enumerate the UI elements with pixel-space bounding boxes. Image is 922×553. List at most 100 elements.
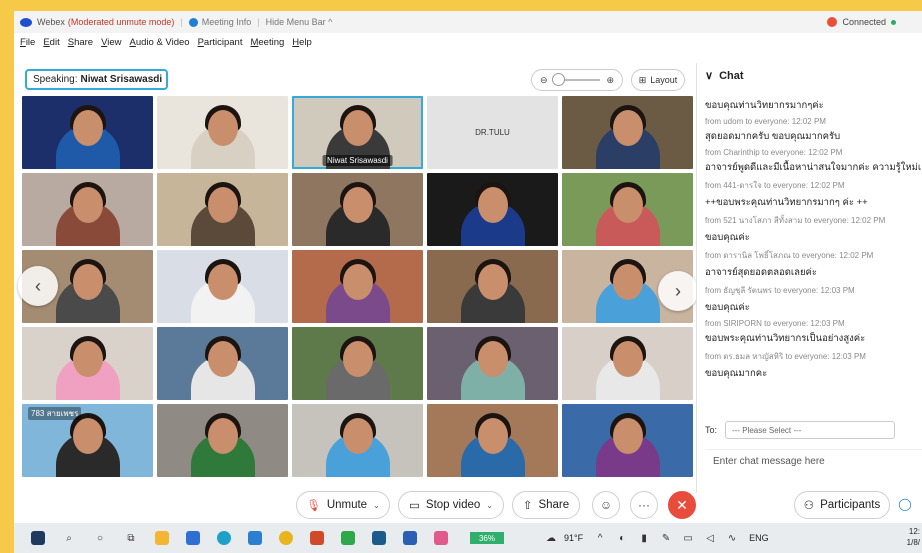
menu-view[interactable]: View bbox=[101, 37, 121, 53]
participant-face bbox=[207, 110, 238, 146]
video-tile[interactable]: DR.TULU bbox=[427, 96, 558, 169]
next-page-button[interactable]: › bbox=[658, 271, 698, 311]
video-camera-icon: ▭ bbox=[409, 500, 420, 512]
video-tile[interactable] bbox=[157, 250, 288, 323]
connection-label: Connected bbox=[842, 17, 886, 27]
display-icon[interactable]: ▭ bbox=[681, 531, 695, 545]
chrome-icon[interactable] bbox=[279, 531, 293, 545]
clock[interactable]: 12: 1/8/ bbox=[907, 526, 920, 548]
video-tile[interactable] bbox=[562, 173, 693, 246]
chat-input[interactable]: Enter chat message here bbox=[705, 449, 922, 489]
video-tile[interactable] bbox=[562, 404, 693, 477]
participant-face bbox=[612, 418, 643, 454]
video-tile[interactable]: Niwat Srisawasdi bbox=[292, 96, 423, 169]
zoom-out-icon[interactable]: ⊖ bbox=[540, 75, 548, 86]
video-tile[interactable] bbox=[427, 404, 558, 477]
office-icon[interactable] bbox=[310, 531, 324, 545]
word-icon[interactable] bbox=[403, 531, 417, 545]
network-icon[interactable]: ∿ bbox=[725, 531, 739, 545]
stop-video-button[interactable]: ▭ Stop video ⌄ bbox=[398, 491, 504, 519]
video-grid: Niwat Srisawasdi DR.TULU 783 สายเพชร bbox=[22, 96, 693, 477]
participant-face bbox=[342, 418, 373, 454]
zoom-slider[interactable]: ⊖ ⊕ bbox=[531, 69, 623, 91]
chevron-up-icon[interactable]: ^ bbox=[593, 531, 607, 545]
menu-audio-video[interactable]: Audio & Video bbox=[130, 37, 190, 53]
menu-edit[interactable]: Edit bbox=[43, 37, 59, 53]
connection-icon bbox=[827, 17, 838, 27]
video-tile[interactable] bbox=[22, 96, 153, 169]
video-tile[interactable] bbox=[562, 96, 693, 169]
menu-meeting[interactable]: Meeting bbox=[250, 37, 284, 53]
video-tile[interactable] bbox=[157, 173, 288, 246]
menu-share[interactable]: Share bbox=[68, 37, 93, 53]
video-tile[interactable]: 783 สายเพชร bbox=[22, 404, 153, 477]
video-tile[interactable] bbox=[292, 173, 423, 246]
video-tile[interactable] bbox=[22, 173, 153, 246]
participants-button[interactable]: ⚇ Participants bbox=[794, 491, 890, 519]
search-icon[interactable]: ⌕ bbox=[62, 531, 76, 545]
participant-face bbox=[72, 110, 103, 146]
cortana-icon[interactable]: ○ bbox=[93, 531, 107, 545]
chat-header[interactable]: ∨ Chat bbox=[705, 69, 744, 83]
zoom-in-icon[interactable]: ⊕ bbox=[606, 75, 614, 86]
pen-icon[interactable]: ✎ bbox=[659, 531, 673, 545]
share-button[interactable]: ⇧ Share bbox=[512, 491, 580, 519]
previous-page-button[interactable]: ‹ bbox=[18, 266, 58, 306]
start-icon[interactable] bbox=[31, 531, 45, 545]
task-view-icon[interactable]: ⧉ bbox=[124, 531, 138, 545]
participant-face bbox=[72, 418, 103, 454]
video-tile[interactable] bbox=[427, 173, 558, 246]
chat-message-sender: from ธัญชุลี รัตนพร to everyone: 12:03 P… bbox=[705, 286, 855, 295]
chat-message-text: อาจารย์พูดดีและมีเนื้อหาน่าสนใจมากค่ะ คว… bbox=[705, 162, 922, 173]
file-explorer-icon[interactable] bbox=[155, 531, 169, 545]
layout-button[interactable]: ⊞ Layout bbox=[631, 69, 685, 91]
chevron-down-icon[interactable]: ⌄ bbox=[486, 501, 493, 510]
participants-label: Participants bbox=[820, 499, 881, 511]
connection-status[interactable]: Connected bbox=[827, 17, 896, 27]
language-indicator[interactable]: ENG bbox=[749, 533, 769, 543]
more-options-button[interactable]: ··· bbox=[630, 491, 658, 519]
video-tile[interactable] bbox=[427, 250, 558, 323]
chat-message-text: ขอบคุณค่ะ bbox=[705, 302, 750, 313]
volume-icon[interactable]: ◁ bbox=[703, 531, 717, 545]
microphone-icon[interactable]: ▮ bbox=[637, 531, 651, 545]
layout-icon: ⊞ bbox=[638, 74, 647, 85]
video-tile[interactable] bbox=[157, 404, 288, 477]
tray-app-icon[interactable]: ◐ bbox=[615, 531, 629, 545]
webex-taskbar-icon[interactable] bbox=[372, 531, 386, 545]
video-tile[interactable] bbox=[292, 250, 423, 323]
menu-file[interactable]: File bbox=[20, 37, 35, 53]
battery-indicator[interactable]: 36% bbox=[470, 532, 504, 544]
participant-name: DR.TULU bbox=[475, 128, 510, 137]
unmute-button[interactable]: 🎙 Unmute ⌄ bbox=[296, 491, 390, 519]
mail-icon[interactable] bbox=[186, 531, 200, 545]
photos-icon[interactable] bbox=[341, 531, 355, 545]
chat-toggle-button[interactable]: ◯ bbox=[894, 491, 916, 517]
participant-face bbox=[207, 264, 238, 300]
menu-help[interactable]: Help bbox=[292, 37, 312, 53]
reactions-button[interactable]: ☺ bbox=[592, 491, 620, 519]
leave-meeting-button[interactable]: ✕ bbox=[668, 491, 696, 519]
chevron-down-icon[interactable]: ⌄ bbox=[373, 501, 380, 510]
video-tile[interactable] bbox=[22, 327, 153, 400]
zoom-knob[interactable] bbox=[552, 73, 565, 86]
recipient-select[interactable]: --- Please Select --- bbox=[725, 421, 896, 439]
video-tile[interactable] bbox=[292, 327, 423, 400]
weather-temp[interactable]: 91°F bbox=[564, 533, 583, 543]
participants-icon: ⚇ bbox=[803, 500, 815, 512]
meeting-info-link[interactable]: Meeting Info bbox=[202, 17, 252, 27]
webex-logo-icon bbox=[20, 17, 32, 27]
app-l-icon[interactable] bbox=[248, 531, 262, 545]
menu-participant[interactable]: Participant bbox=[198, 37, 243, 53]
hide-menu-bar-link[interactable]: Hide Menu Bar ^ bbox=[266, 17, 333, 27]
video-tile[interactable] bbox=[157, 327, 288, 400]
video-tile[interactable] bbox=[562, 327, 693, 400]
participant-face bbox=[342, 341, 373, 377]
participant-face bbox=[477, 418, 508, 454]
edge-icon[interactable] bbox=[217, 531, 231, 545]
video-tile[interactable] bbox=[292, 404, 423, 477]
paint-icon[interactable] bbox=[434, 531, 448, 545]
chat-bubble-icon: ◯ bbox=[898, 497, 912, 511]
video-tile[interactable] bbox=[157, 96, 288, 169]
video-tile[interactable] bbox=[427, 327, 558, 400]
